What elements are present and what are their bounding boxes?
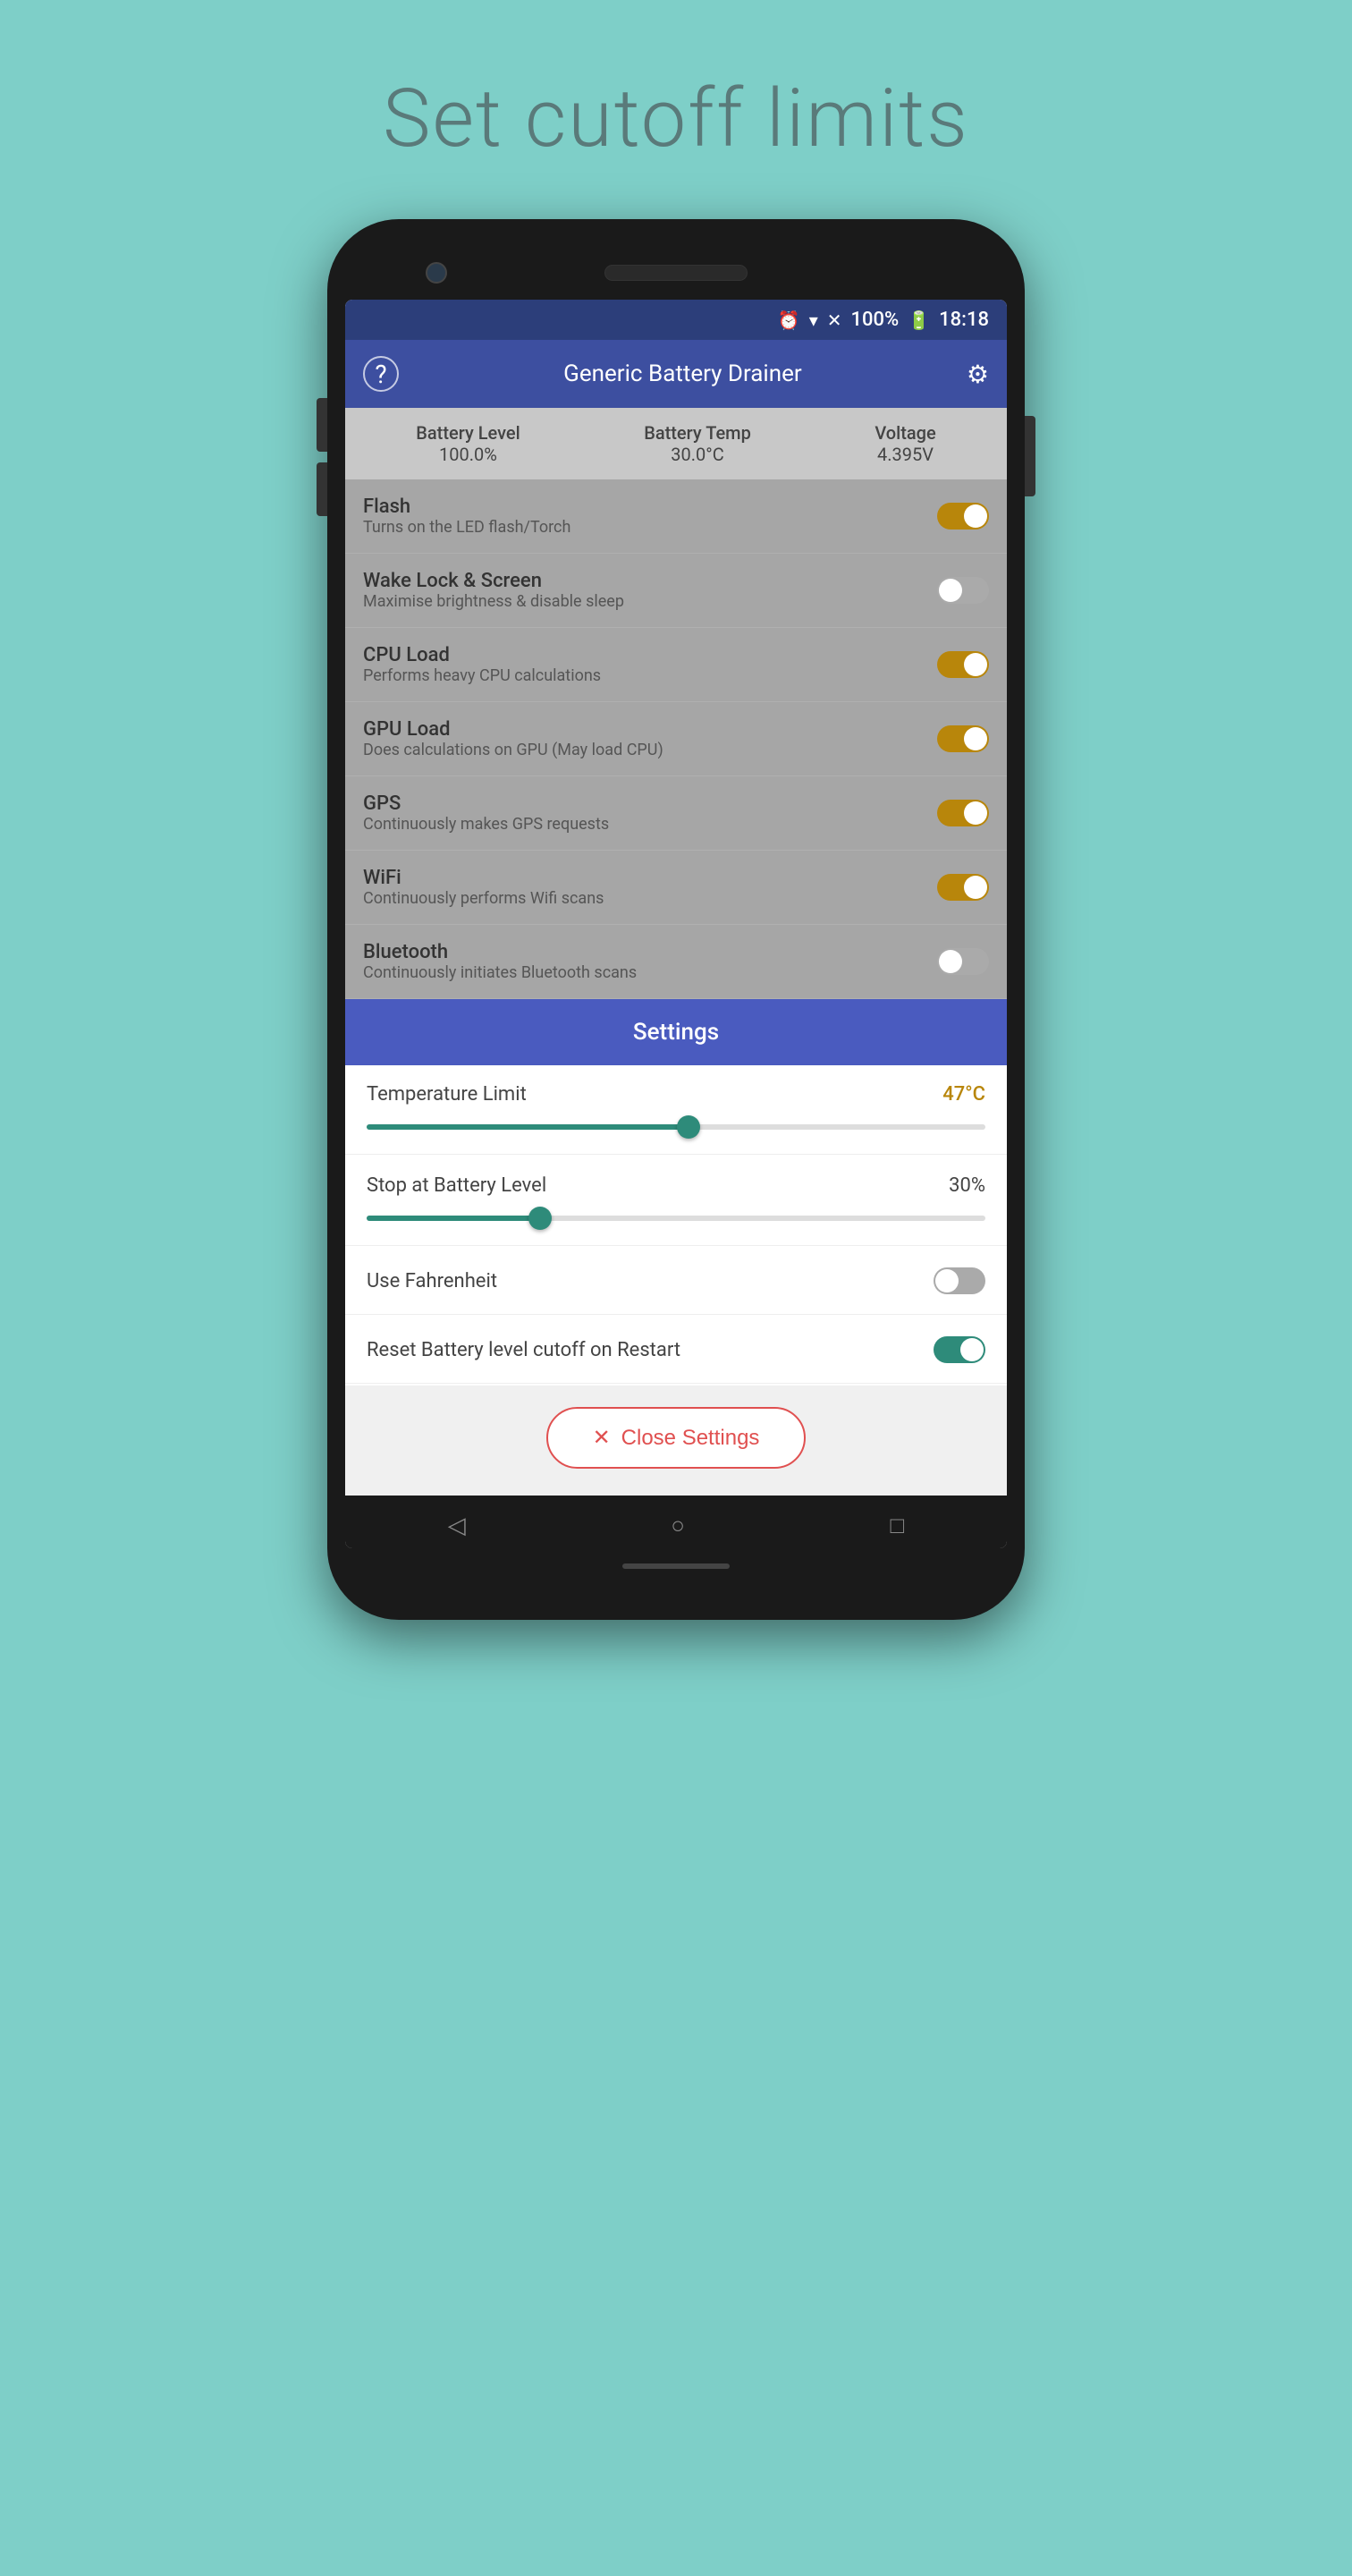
feature-wifi-desc: Continuously performs Wifi scans xyxy=(363,889,604,908)
battery-level-fill xyxy=(367,1216,540,1221)
back-button[interactable]: ◁ xyxy=(448,1513,466,1539)
settings-header-label: Settings xyxy=(633,1019,719,1046)
close-settings-bar: ✕ Close Settings xyxy=(345,1385,1007,1496)
app-header: ? Generic Battery Drainer ⚙ xyxy=(345,340,1007,408)
feature-gpu: GPU Load Does calculations on GPU (May l… xyxy=(345,702,1007,776)
feature-wifi-name: WiFi xyxy=(363,867,604,889)
battery-level-thumb[interactable] xyxy=(528,1207,552,1230)
help-icon: ? xyxy=(375,360,386,389)
feature-gps-toggle[interactable] xyxy=(937,800,989,826)
battery-percent: 100% xyxy=(851,309,900,331)
settings-temp-limit: Temperature Limit 47°C xyxy=(345,1065,1007,1155)
settings-reset-battery: Reset Battery level cutoff on Restart xyxy=(345,1317,1007,1384)
fahrenheit-label: Use Fahrenheit xyxy=(367,1270,497,1292)
power-btn[interactable] xyxy=(1025,416,1035,496)
feature-gps-name: GPS xyxy=(363,792,609,815)
volume-down-button[interactable] xyxy=(317,462,327,516)
settings-panel: Settings Temperature Limit 47°C S xyxy=(345,999,1007,1496)
temp-limit-label: Temperature Limit xyxy=(367,1083,527,1106)
temp-limit-slider[interactable] xyxy=(367,1118,985,1136)
feature-bluetooth-name: Bluetooth xyxy=(363,941,637,963)
feature-wakelock-desc: Maximise brightness & disable sleep xyxy=(363,592,624,611)
feature-bluetooth-desc: Continuously initiates Bluetooth scans xyxy=(363,963,637,982)
speaker-grille xyxy=(604,265,748,281)
temp-limit-fill xyxy=(367,1124,689,1130)
feature-bluetooth: Bluetooth Continuously initiates Bluetoo… xyxy=(345,925,1007,999)
screen: ⏰ ▾ ✕ 100% 🔋 18:18 ? Generic Battery Dra… xyxy=(345,300,1007,1548)
settings-icon[interactable]: ⚙ xyxy=(967,360,989,389)
stat-battery-level-label: Battery Level xyxy=(416,422,520,444)
phone-shell: ⏰ ▾ ✕ 100% 🔋 18:18 ? Generic Battery Dra… xyxy=(327,219,1025,1620)
feature-wifi: WiFi Continuously performs Wifi scans xyxy=(345,851,1007,925)
battery-icon: 🔋 xyxy=(908,309,930,331)
home-indicator xyxy=(622,1563,730,1569)
feature-cpu-name: CPU Load xyxy=(363,644,601,666)
feature-cpu: CPU Load Performs heavy CPU calculations xyxy=(345,628,1007,702)
wifi-icon: ▾ xyxy=(809,309,818,331)
feature-wakelock-name: Wake Lock & Screen xyxy=(363,570,624,592)
clock: 18:18 xyxy=(939,309,989,331)
temp-limit-value: 47°C xyxy=(942,1083,985,1106)
battery-level-slider[interactable] xyxy=(367,1209,985,1227)
power-button xyxy=(1025,416,1035,496)
stat-voltage-value: 4.395V xyxy=(875,444,935,465)
signal-icon: ✕ xyxy=(827,309,842,331)
settings-header: Settings xyxy=(345,999,1007,1065)
help-button[interactable]: ? xyxy=(363,356,399,392)
stats-bar: Battery Level 100.0% Battery Temp 30.0°C… xyxy=(345,408,1007,479)
feature-flash: Flash Turns on the LED flash/Torch xyxy=(345,479,1007,554)
volume-up-button[interactable] xyxy=(317,398,327,452)
temp-limit-thumb[interactable] xyxy=(677,1115,700,1139)
phone-nav-bar: ◁ ○ □ xyxy=(345,1496,1007,1548)
stat-battery-level: Battery Level 100.0% xyxy=(416,422,520,465)
feature-cpu-desc: Performs heavy CPU calculations xyxy=(363,666,601,685)
close-x-icon: ✕ xyxy=(593,1425,611,1451)
stat-battery-temp-label: Battery Temp xyxy=(644,422,751,444)
close-settings-button[interactable]: ✕ Close Settings xyxy=(546,1407,807,1469)
stat-battery-temp: Battery Temp 30.0°C xyxy=(644,422,751,465)
stat-battery-temp-value: 30.0°C xyxy=(644,444,751,465)
feature-wakelock: Wake Lock & Screen Maximise brightness &… xyxy=(345,554,1007,628)
stat-voltage: Voltage 4.395V xyxy=(875,422,935,465)
battery-level-label: Stop at Battery Level xyxy=(367,1174,546,1197)
stat-voltage-label: Voltage xyxy=(875,422,935,444)
fahrenheit-toggle[interactable] xyxy=(934,1267,985,1294)
feature-flash-name: Flash xyxy=(363,496,570,518)
temp-limit-track xyxy=(367,1124,985,1130)
settings-fahrenheit: Use Fahrenheit xyxy=(345,1248,1007,1315)
phone-bottom xyxy=(345,1548,1007,1584)
status-icons: ⏰ ▾ ✕ 100% 🔋 18:18 xyxy=(778,309,989,331)
feature-cpu-toggle[interactable] xyxy=(937,651,989,678)
alarm-icon: ⏰ xyxy=(778,309,800,331)
stat-battery-level-value: 100.0% xyxy=(416,444,520,465)
home-button[interactable]: ○ xyxy=(671,1512,685,1539)
volume-buttons xyxy=(317,398,327,516)
feature-flash-toggle[interactable] xyxy=(937,503,989,530)
feature-bluetooth-toggle[interactable] xyxy=(937,948,989,975)
reset-label: Reset Battery level cutoff on Restart xyxy=(367,1339,680,1361)
reset-toggle[interactable] xyxy=(934,1336,985,1363)
feature-wifi-toggle[interactable] xyxy=(937,874,989,901)
feature-gps: GPS Continuously makes GPS requests xyxy=(345,776,1007,851)
front-camera xyxy=(426,262,447,284)
feature-gpu-toggle[interactable] xyxy=(937,725,989,752)
feature-gpu-name: GPU Load xyxy=(363,718,663,741)
page-title: Set cutoff limits xyxy=(383,72,969,165)
feature-wakelock-toggle[interactable] xyxy=(937,577,989,604)
status-bar: ⏰ ▾ ✕ 100% 🔋 18:18 xyxy=(345,300,1007,340)
settings-battery-level: Stop at Battery Level 30% xyxy=(345,1157,1007,1246)
feature-gps-desc: Continuously makes GPS requests xyxy=(363,815,609,834)
battery-level-track xyxy=(367,1216,985,1221)
feature-gpu-desc: Does calculations on GPU (May load CPU) xyxy=(363,741,663,759)
close-settings-label: Close Settings xyxy=(621,1426,760,1451)
feature-list: Flash Turns on the LED flash/Torch Wake … xyxy=(345,479,1007,999)
phone-top xyxy=(345,246,1007,300)
app-title: Generic Battery Drainer xyxy=(399,360,967,387)
recent-button[interactable]: □ xyxy=(891,1512,905,1539)
feature-flash-desc: Turns on the LED flash/Torch xyxy=(363,518,570,537)
battery-level-value: 30% xyxy=(949,1174,985,1197)
